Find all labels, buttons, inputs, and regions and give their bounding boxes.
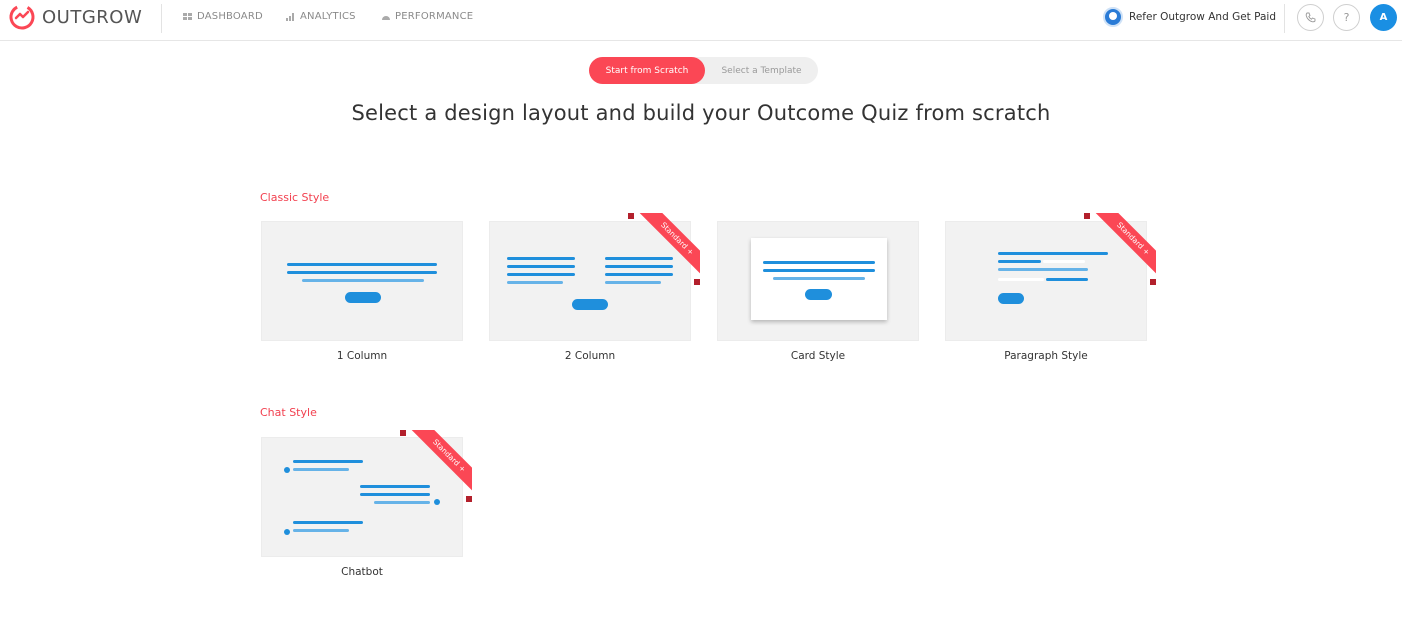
ribbon-fold (466, 496, 472, 502)
preview-line (293, 521, 363, 524)
preview-line (293, 460, 363, 463)
standard-plus-ribbon: Standard + (628, 213, 700, 285)
question-mark-icon: ? (1343, 11, 1350, 24)
preview-line (773, 277, 865, 280)
ribbon-fold (1150, 279, 1156, 285)
logo-text: OUTGROW (42, 6, 143, 28)
grid-icon (183, 12, 192, 20)
refer-label: Refer Outgrow And Get Paid (1129, 11, 1276, 23)
preview-line (293, 468, 349, 471)
standard-plus-ribbon-label: Standard + (632, 213, 700, 284)
preview-inner-card (751, 238, 887, 320)
section-label-chat: Chat Style (260, 406, 317, 419)
layout-caption: Card Style (790, 350, 846, 362)
standard-plus-ribbon-label: Standard + (404, 430, 472, 501)
section-label-classic: Classic Style (260, 191, 330, 204)
outgrow-logo-icon (9, 4, 35, 30)
nav-divider (161, 4, 162, 33)
preview-button (345, 292, 381, 303)
chat-avatar-dot (284, 529, 290, 535)
ribbon-fold (400, 430, 406, 436)
layout-card-1-column[interactable] (261, 221, 463, 341)
preview-line (763, 269, 875, 272)
nav-performance[interactable]: PERFORMANCE (381, 11, 473, 22)
preview-line (1046, 278, 1088, 281)
outgrow-logo[interactable]: OUTGROW (8, 4, 142, 30)
preview-line (507, 257, 575, 260)
layout-caption: Paragraph Style (1004, 350, 1088, 362)
preview-line (763, 261, 875, 264)
top-navigation-bar: OUTGROW DASHBOARD ANALYTICS PERFORMANCE … (0, 0, 1402, 41)
layout-caption: 2 Column (564, 350, 616, 362)
nav-analytics[interactable]: ANALYTICS (286, 11, 356, 22)
nav-divider (1284, 4, 1285, 33)
preview-line (287, 271, 437, 274)
nav-analytics-label: ANALYTICS (300, 11, 356, 22)
preview-line (998, 260, 1041, 263)
preview-line (507, 281, 563, 284)
nav-dashboard[interactable]: DASHBOARD (183, 11, 263, 22)
preview-line (507, 273, 575, 276)
nav-performance-label: PERFORMANCE (395, 11, 474, 22)
ribbon-fold (1084, 213, 1090, 219)
ribbon-fold (628, 213, 634, 219)
preview-button (805, 289, 832, 300)
chat-avatar-dot (284, 467, 290, 473)
select-template-tab[interactable]: Select a Template (705, 57, 818, 84)
preview-line (287, 263, 437, 266)
preview-blank (998, 278, 1044, 281)
nav-dashboard-label: DASHBOARD (197, 11, 263, 22)
preview-button (572, 299, 608, 310)
preview-line (998, 268, 1088, 271)
bar-chart-icon (286, 12, 294, 21)
start-scratch-tab[interactable]: Start from Scratch (589, 57, 705, 84)
refer-link[interactable]: Refer Outgrow And Get Paid (1103, 7, 1276, 27)
preview-line (293, 529, 349, 532)
ribbon-fold (694, 279, 700, 285)
refer-badge-icon (1103, 7, 1123, 27)
layout-caption: Chatbot (341, 566, 383, 578)
phone-button[interactable] (1297, 4, 1324, 31)
standard-plus-ribbon-label: Standard + (1088, 213, 1156, 284)
preview-line (302, 279, 424, 282)
gauge-icon (382, 15, 390, 20)
preview-button (998, 293, 1024, 304)
page-title: Select a design layout and build your Ou… (351, 101, 1051, 125)
help-button[interactable]: ? (1333, 4, 1360, 31)
avatar[interactable]: A (1370, 4, 1397, 31)
preview-blank (1043, 260, 1085, 263)
layout-card-card-style[interactable] (717, 221, 919, 341)
layout-caption: 1 Column (336, 350, 388, 362)
preview-line (507, 265, 575, 268)
standard-plus-ribbon: Standard + (1084, 213, 1156, 285)
phone-icon (1305, 12, 1316, 23)
mode-toggle: Select a Template Start from Scratch (589, 57, 818, 84)
standard-plus-ribbon: Standard + (400, 430, 472, 502)
